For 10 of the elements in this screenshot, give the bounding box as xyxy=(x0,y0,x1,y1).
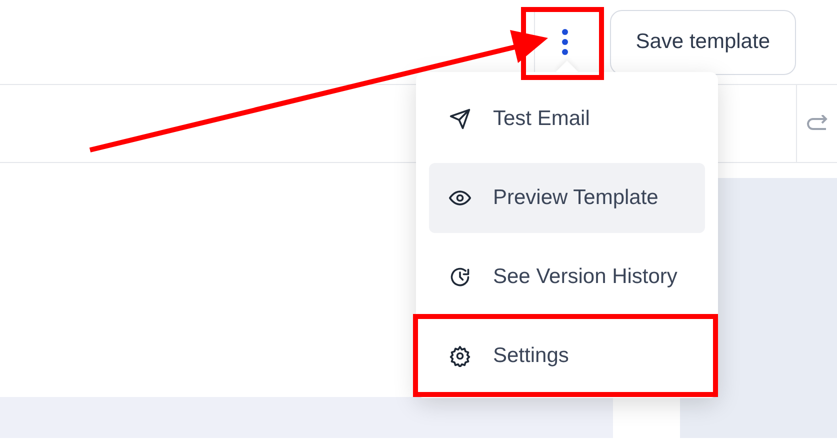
clock-icon xyxy=(449,266,471,288)
save-template-button[interactable]: Save template xyxy=(610,10,796,74)
send-icon xyxy=(449,108,471,130)
menu-item[interactable]: Test Email xyxy=(429,84,705,154)
menu-item[interactable]: Preview Template xyxy=(429,163,705,233)
redo-icon[interactable] xyxy=(806,114,828,132)
menu-item[interactable]: See Version History xyxy=(429,242,705,312)
more-icon xyxy=(561,28,570,56)
menu-item[interactable]: Settings xyxy=(429,321,705,391)
gear-icon xyxy=(449,345,471,367)
